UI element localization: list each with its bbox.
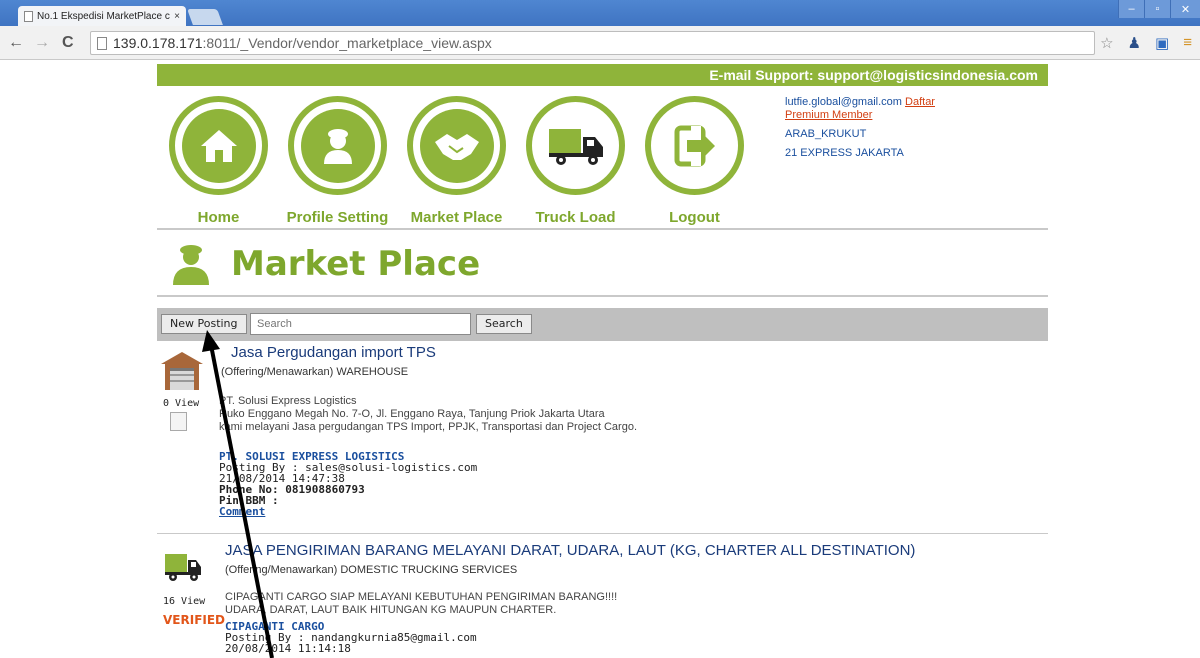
truck-icon [538,108,613,183]
menu-icon[interactable]: ≡ [1183,34,1192,52]
divider [157,228,1048,230]
close-window-icon[interactable]: ✕ [1170,0,1200,18]
url-host: 139.0.178.171 [113,35,203,51]
user-email: lutfie.global@gmail.com [785,96,902,108]
truck-icon [165,554,201,581]
handshake-icon [419,108,494,183]
search-toolbar: New Posting Search [157,308,1048,341]
listing-desc: PT. Solusi Express Logistics [219,395,357,407]
listing-subtitle: (Offering/Menawarkan) WAREHOUSE [221,366,409,378]
divider [157,533,1048,534]
listing-subtitle: (Offering/Menawarkan) DOMESTIC TRUCKING … [225,564,518,576]
browser-tab[interactable]: No.1 Ekspedisi MarketPlace c × [18,6,186,26]
view-count: 0 View [163,398,200,409]
tab-close-icon[interactable]: × [174,11,186,22]
nav-label: Home [197,209,240,226]
url-path: :8011/_Vendor/vendor_marketplace_view.as… [202,35,492,51]
extension-icon[interactable]: ▣ [1155,34,1169,52]
image-placeholder [170,412,187,431]
new-posting-button[interactable]: New Posting [161,314,247,334]
comment-link[interactable]: Comment [219,505,265,518]
star-icon[interactable]: ☆ [1100,34,1113,52]
user-icon [300,108,375,183]
page-heading: Market Place [171,243,480,285]
support-strip: E-mail Support: support@logisticsindones… [157,64,1048,86]
back-arrow-icon[interactable]: ← [8,34,24,52]
listing-title[interactable]: Jasa Pergudangan import TPS [231,344,436,361]
user-avatar-icon[interactable]: ♟ [1128,34,1141,52]
nav-market-place[interactable]: Market Place [407,96,506,226]
page-content: E-mail Support: support@logisticsindones… [157,60,1048,658]
new-tab-button[interactable] [187,9,223,25]
browser-tab-bar: No.1 Ekspedisi MarketPlace c × – ▫ ✕ [0,0,1200,26]
nav-home[interactable]: Home [169,96,268,226]
nav-label: Truck Load [535,209,616,226]
reload-icon[interactable]: C [62,34,74,52]
listing-desc: CIPAGANTI CARGO SIAP MELAYANI KEBUTUHAN … [225,591,618,603]
verified-badge: VERIFIED [163,613,226,627]
user-info: lutfie.global@gmail.com Daftar Premium M… [785,96,935,166]
divider [157,295,1048,297]
premium-member-link[interactable]: Premium Member [785,109,872,121]
url-input[interactable]: 139.0.178.171:8011/_Vendor/vendor_market… [90,31,1095,55]
window-controls: – ▫ ✕ [1118,0,1200,18]
search-input[interactable] [250,313,471,335]
page-icon [24,10,33,22]
listing-desc: Ruko Enggano Megah No. 7-O, Jl. Enggano … [219,408,605,420]
home-icon [181,108,256,183]
warehouse-icon [161,352,203,390]
listing-desc: UDARA, DARAT, LAUT BAIK HITUNGAN KG MAUP… [225,604,557,616]
company-code: ARAB_KRUKUT [785,128,867,140]
page-title: Market Place [231,244,481,284]
listing-title[interactable]: JASA PENGIRIMAN BARANG MELAYANI DARAT, U… [225,542,915,559]
daftar-link[interactable]: Daftar [905,96,935,108]
nav-label: Profile Setting [286,209,389,226]
company-name: 21 EXPRESS JAKARTA [785,147,904,159]
nav-profile-setting[interactable]: Profile Setting [286,96,389,226]
nav-truck-load[interactable]: Truck Load [526,96,625,226]
view-count: 16 View [163,596,206,607]
listing-desc: kami melayani Jasa pergudangan TPS Impor… [219,421,638,433]
search-button[interactable]: Search [476,314,532,334]
nav-label: Logout [669,209,720,226]
logout-icon [657,108,732,183]
browser-toolbar: ☆ ♟ ▣ ≡ [1100,34,1192,52]
restore-icon[interactable]: ▫ [1144,0,1170,18]
tab-title: No.1 Ekspedisi MarketPlace c [37,10,170,22]
main-nav: Home Profile Setting Market Place Truck … [169,96,744,226]
posting-date: 20/08/2014 11:14:18 [225,642,351,655]
forward-arrow-icon[interactable]: → [34,34,50,52]
minimize-icon[interactable]: – [1118,0,1144,18]
nav-label: Market Place [410,209,503,226]
address-bar: ← → C 139.0.178.171:8011/_Vendor/vendor_… [0,26,1200,60]
nav-logout[interactable]: Logout [645,96,744,226]
user-icon [173,245,209,285]
page-icon [97,36,107,50]
